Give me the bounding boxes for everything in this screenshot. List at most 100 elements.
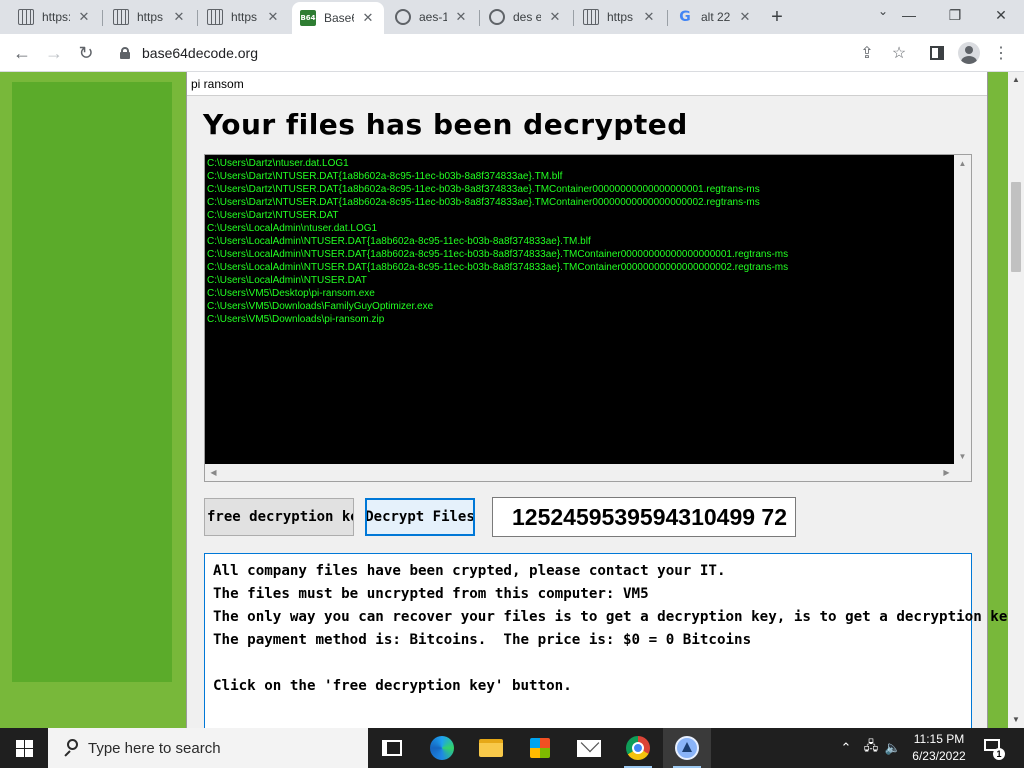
task-view-button[interactable] bbox=[368, 728, 416, 768]
website-grid-icon bbox=[18, 9, 34, 25]
tab-separator bbox=[197, 10, 198, 26]
tab-title: Base6 bbox=[324, 11, 354, 25]
start-button[interactable] bbox=[0, 728, 48, 768]
console-line: C:\Users\VM5\Downloads\pi-ransom.zip bbox=[207, 314, 385, 325]
decorative-panel bbox=[12, 82, 172, 682]
scrollbar-thumb[interactable] bbox=[1011, 182, 1021, 272]
console-line: C:\Users\Dartz\NTUSER.DAT bbox=[207, 210, 339, 221]
show-hidden-icons-chevron-icon[interactable]: ⌃ bbox=[836, 728, 856, 768]
base64-icon: B64 bbox=[300, 10, 316, 26]
console-line: C:\Users\LocalAdmin\NTUSER.DAT{1a8b602a-… bbox=[207, 236, 591, 247]
close-tab-icon[interactable]: ✕ bbox=[360, 10, 376, 26]
tab-title: https bbox=[607, 10, 634, 24]
edge-taskbar-button[interactable] bbox=[418, 728, 466, 768]
console-lines: C:\Users\Dartz\ntuser.dat.LOG1 C:\Users\D… bbox=[207, 157, 952, 463]
edge-icon bbox=[430, 736, 454, 760]
share-icon[interactable]: ⇪ bbox=[856, 42, 878, 64]
close-tab-icon[interactable]: ✕ bbox=[737, 9, 753, 25]
restore-button[interactable]: ❐ bbox=[932, 0, 978, 30]
close-tab-icon[interactable]: ✕ bbox=[547, 9, 563, 25]
tab-2[interactable]: https ✕ bbox=[105, 0, 195, 34]
tab-7[interactable]: https ✕ bbox=[575, 0, 665, 34]
console-line: C:\Users\Dartz\NTUSER.DAT{1a8b602a-8c95-… bbox=[207, 197, 760, 208]
scroll-right-arrow-icon[interactable]: ▶ bbox=[938, 464, 955, 481]
decrypt-files-button[interactable]: Decrypt Files bbox=[365, 498, 475, 536]
scroll-down-arrow-icon[interactable]: ▼ bbox=[1008, 712, 1024, 728]
close-tab-icon[interactable]: ✕ bbox=[76, 9, 92, 25]
console-line: C:\Users\LocalAdmin\NTUSER.DAT bbox=[207, 275, 367, 286]
free-decryption-key-button[interactable]: free decryption key bbox=[204, 498, 354, 536]
scroll-up-arrow-icon[interactable]: ▲ bbox=[954, 155, 971, 172]
task-view-icon bbox=[382, 740, 402, 756]
tab-separator bbox=[667, 10, 668, 26]
message-line: The files must be uncrypted from this co… bbox=[213, 586, 649, 602]
close-tab-icon[interactable]: ✕ bbox=[641, 9, 657, 25]
tab-title: des e bbox=[513, 10, 541, 24]
scroll-up-arrow-icon[interactable]: ▲ bbox=[1008, 72, 1024, 88]
mail-taskbar-button[interactable] bbox=[565, 728, 613, 768]
tab-6[interactable]: des e ✕ bbox=[481, 0, 571, 34]
page-scrollbar[interactable]: ▲ ▼ bbox=[1008, 72, 1024, 728]
scroll-down-arrow-icon[interactable]: ▼ bbox=[954, 448, 971, 465]
notification-count-badge: 1 bbox=[993, 748, 1005, 760]
new-tab-button[interactable]: + bbox=[766, 6, 788, 28]
chrome-taskbar-button[interactable] bbox=[614, 728, 662, 768]
message-line: The payment method is: Bitcoins. The pri… bbox=[213, 632, 752, 648]
search-icon bbox=[62, 739, 80, 757]
back-arrow-icon[interactable]: ← bbox=[8, 40, 36, 66]
console-line: C:\Users\LocalAdmin\NTUSER.DAT{1a8b602a-… bbox=[207, 249, 789, 260]
app-window-title: pi ransom bbox=[187, 72, 987, 96]
file-explorer-taskbar-button[interactable] bbox=[467, 728, 515, 768]
close-window-button[interactable]: ✕ bbox=[978, 0, 1024, 30]
bookmark-star-icon[interactable]: ☆ bbox=[888, 42, 910, 64]
tab-3[interactable]: https ✕ bbox=[199, 0, 289, 34]
google-icon: G bbox=[679, 9, 691, 25]
globe-icon bbox=[395, 9, 411, 25]
side-panel-icon[interactable] bbox=[926, 42, 948, 64]
message-line bbox=[213, 652, 963, 675]
address-bar[interactable]: base64decode.org bbox=[108, 38, 888, 68]
taskbar-search-box[interactable]: Type here to search bbox=[48, 728, 368, 768]
tab-1[interactable]: https: ✕ bbox=[10, 0, 100, 34]
message-line: All company files have been crypted, ple… bbox=[213, 563, 726, 579]
minimize-button[interactable]: — bbox=[886, 0, 932, 30]
close-tab-icon[interactable]: ✕ bbox=[453, 9, 469, 25]
tab-strip: https: ✕ https ✕ https ✕ B64 Base6 ✕ aes… bbox=[0, 0, 1024, 34]
lock-icon[interactable] bbox=[120, 47, 130, 59]
clock-time: 11:15 PM bbox=[913, 732, 965, 746]
folder-icon bbox=[479, 739, 503, 757]
message-line: The only way you can recover your files … bbox=[213, 609, 1008, 625]
tab-title: https bbox=[231, 10, 258, 24]
close-tab-icon[interactable]: ✕ bbox=[265, 9, 281, 25]
notification-center-icon[interactable]: 1 bbox=[982, 736, 1005, 760]
website-grid-icon bbox=[207, 9, 223, 25]
store-taskbar-button[interactable] bbox=[516, 728, 564, 768]
vertical-scrollbar[interactable]: ▲ ▼ bbox=[954, 155, 971, 465]
system-clock[interactable]: 11:15 PM 6/23/2022 bbox=[900, 731, 978, 765]
console-line: C:\Users\Dartz\NTUSER.DAT{1a8b602a-8c95-… bbox=[207, 171, 563, 182]
profile-avatar-icon[interactable] bbox=[958, 42, 980, 64]
mail-icon bbox=[577, 739, 601, 757]
ransom-app-taskbar-button[interactable] bbox=[663, 728, 711, 768]
close-tab-icon[interactable]: ✕ bbox=[171, 9, 187, 25]
console-line: C:\Users\VM5\Downloads\FamilyGuyOptimize… bbox=[207, 301, 434, 312]
reload-icon[interactable]: ↻ bbox=[72, 40, 100, 66]
url-text[interactable]: base64decode.org bbox=[142, 45, 258, 61]
tab-separator bbox=[573, 10, 574, 26]
file-list-console[interactable]: C:\Users\Dartz\ntuser.dat.LOG1 C:\Users\D… bbox=[204, 154, 972, 482]
menu-kebab-icon[interactable]: ⋮ bbox=[990, 42, 1012, 64]
scroll-left-arrow-icon[interactable]: ◀ bbox=[205, 464, 222, 481]
ransom-message-box[interactable]: All company files have been crypted, ple… bbox=[204, 553, 1008, 728]
decryption-key-field[interactable]: 1252459539594310499 72 bbox=[492, 497, 796, 537]
tab-8[interactable]: G alt 22 ✕ bbox=[669, 0, 761, 34]
console-line: C:\Users\LocalAdmin\NTUSER.DAT{1a8b602a-… bbox=[207, 262, 789, 273]
windows-taskbar: Type here to search ⌃ 🖧 🔈 11:15 PM 6/23/… bbox=[0, 728, 1024, 768]
page-heading: Your files has been decrypted bbox=[203, 108, 688, 141]
message-line: Click on the 'free decryption key' butto… bbox=[213, 678, 572, 694]
tab-4-active[interactable]: B64 Base6 ✕ bbox=[292, 2, 384, 34]
horizontal-scrollbar[interactable]: ◀ ▶ bbox=[205, 464, 971, 481]
forward-arrow-icon[interactable]: → bbox=[40, 40, 68, 66]
tab-5[interactable]: aes-1 ✕ bbox=[387, 0, 477, 34]
network-icon[interactable]: 🖧 bbox=[860, 728, 882, 768]
console-line: C:\Users\LocalAdmin\ntuser.dat.LOG1 bbox=[207, 223, 378, 234]
